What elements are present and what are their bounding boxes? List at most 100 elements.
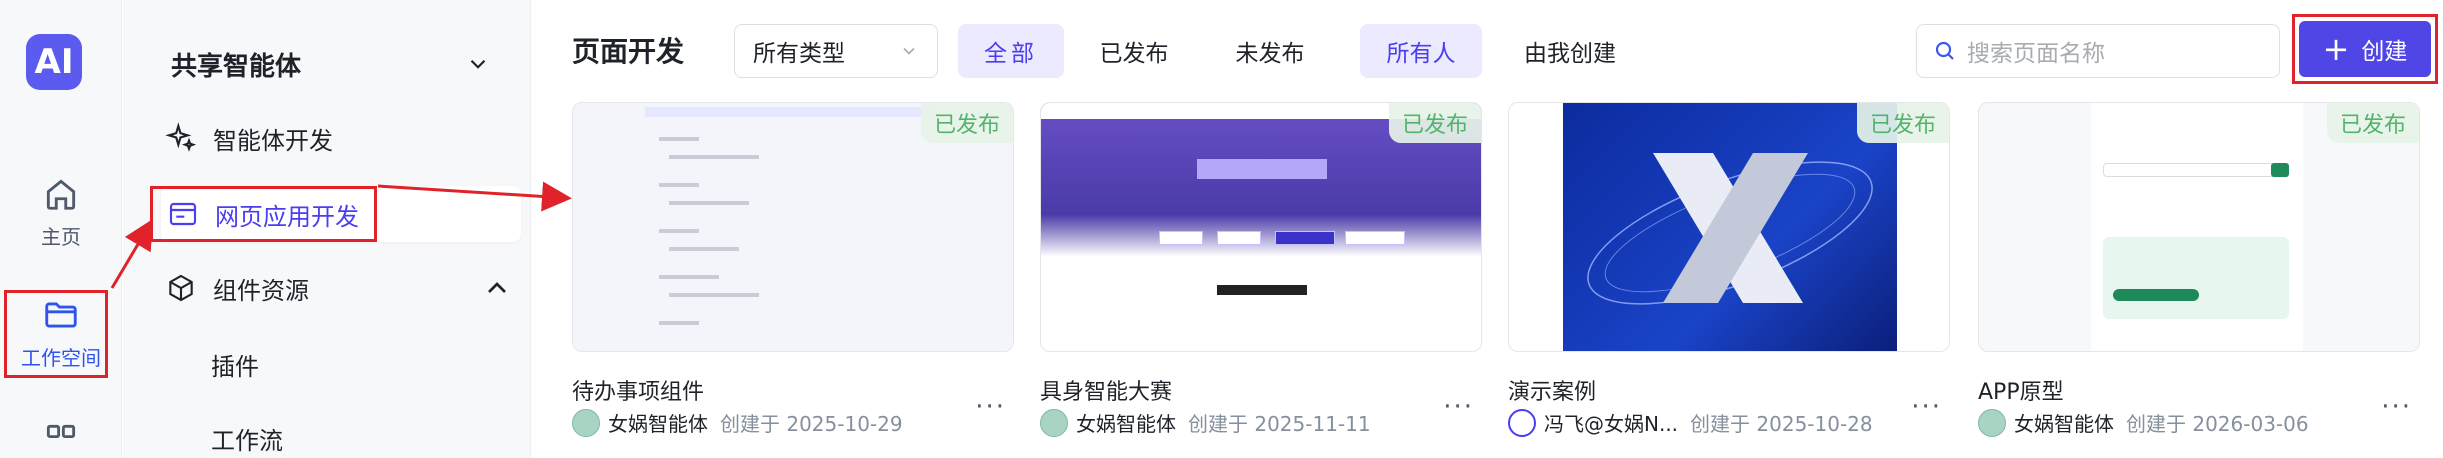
sidebar-item-components-group: 组件资源 [165,271,309,306]
thumbnail-button [1217,231,1261,245]
create-button-label: 创建 [2361,39,2408,65]
logo-text: AI [34,42,74,82]
create-button-annotation: + 创建 [2292,14,2438,84]
search-placeholder: 搜索页面名称 [1967,41,2105,67]
filter-unpublished[interactable]: 未发布 [1222,24,1318,78]
search-input[interactable]: 搜索页面名称 [1916,24,2280,78]
card-author: 女娲智能体 [2014,412,2114,436]
avatar [572,408,600,437]
status-badge: 已发布 [2327,103,2419,143]
thumbnail-promo-btn [2113,289,2199,301]
thumbnail-subtitle [1217,285,1307,295]
page-card[interactable]: 已发布 APP原型 女娲智能体 创建于 2026-03-06 ··· [1978,102,2420,437]
status-badge: 已发布 [1389,103,1481,143]
sidebar-item-plugin[interactable]: 插件 [211,336,571,392]
avatar [1040,408,1068,437]
card-thumbnail[interactable]: 已发布 [572,102,1014,352]
type-select-value: 所有类型 [753,41,845,67]
status-badge: 已发布 [1857,103,1949,143]
sidebar-header-title: 共享智能体 [171,51,302,82]
thumbnail-line [669,201,749,205]
card-date: 创建于 2026-03-06 [2126,412,2309,436]
sidebar-item-agent-dev[interactable]: 智能体开发 [165,110,525,166]
cube-icon [169,274,193,302]
page-card[interactable]: 已发布 演示案例 冯飞@女娲N... 创建于 2025-10-28 ··· [1508,102,1950,437]
grid-icon [46,424,76,439]
card-title[interactable]: 具身智能大赛 [1040,374,1172,406]
filter-published[interactable]: 已发布 [1086,24,1182,78]
page-card[interactable]: 已发布 具身智能大赛 女娲智能体 创建于 2025-11-11 ··· [1040,102,1482,437]
search-icon [1935,41,1954,60]
thumbnail-promo [2103,237,2289,319]
thumbnail-line [659,137,699,141]
chevron-down-icon [903,47,915,55]
web-app-annotation-box [150,186,377,242]
sidebar-header[interactable]: 共享智能体 [171,44,491,84]
card-author: 冯飞@女娲N... [1544,412,1679,436]
sidebar-item-label: 组件资源 [213,276,309,305]
card-title[interactable]: 演示案例 [1508,374,1596,406]
thumbnail-search-btn [2271,163,2289,177]
thumbnail-button [1159,231,1203,245]
card-date: 创建于 2025-10-28 [1690,412,1873,436]
card-date: 创建于 2025-11-11 [1188,412,1371,436]
thumbnail-button [1345,231,1405,245]
card-thumbnail[interactable]: 已发布 [1978,102,2420,352]
sidebar-item-workflow[interactable]: 工作流 [211,410,571,458]
card-meta: 冯飞@女娲N... 创建于 2025-10-28 [1508,408,1950,437]
sidebar-item-label: 智能体开发 [213,126,333,155]
chevron-down-icon [470,59,486,69]
icon-rail: AI 主页 工作空间 [0,0,122,458]
avatar [1508,408,1536,437]
rail-item-apps[interactable] [0,420,122,458]
card-author: 女娲智能体 [608,412,708,436]
filter-all[interactable]: 全部 [958,24,1064,78]
avatar [1978,408,2006,437]
card-meta: 女娲智能体 创建于 2026-03-06 [1978,408,2420,437]
card-thumbnail[interactable]: 已发布 [1040,102,1482,352]
rail-home-label: 主页 [41,225,81,249]
card-date: 创建于 2025-10-29 [720,412,903,436]
app-logo[interactable]: AI [26,34,82,90]
filter-everyone[interactable]: 所有人 [1360,24,1482,78]
sidebar-item-label: 工作流 [211,426,283,455]
thumbnail-button [1275,231,1335,245]
more-options-icon[interactable]: ··· [975,392,1006,422]
rail-item-home[interactable]: 主页 [0,175,122,250]
thumbnail-line [659,321,699,325]
card-title[interactable]: 待办事项组件 [572,374,704,406]
sidebar-item-components[interactable]: 组件资源 [165,260,525,316]
chevron-up-icon [488,282,506,293]
more-options-icon[interactable]: ··· [1911,392,1942,422]
create-button[interactable]: + 创建 [2299,21,2431,77]
thumbnail-line [659,275,719,279]
card-meta: 女娲智能体 创建于 2025-10-29 [572,408,1014,437]
card-thumbnail[interactable]: 已发布 [1508,102,1950,352]
main-content: 页面开发 所有类型 全部 已发布 未发布 所有人 由我创建 搜索页面名称 + 创… [532,0,2443,458]
thumbnail-line [669,293,759,297]
sidebar-item-label: 插件 [211,352,259,381]
page-title: 页面开发 [572,35,685,68]
thumbnail-line [669,247,739,251]
x-logo-graphic [1587,153,1873,305]
thumbnail-title-box [1197,159,1327,179]
sparkle-icon [165,122,197,152]
type-select[interactable]: 所有类型 [734,24,938,78]
thumbnail-line [669,155,759,159]
card-author: 女娲智能体 [1076,412,1176,436]
thumbnail-line [659,183,699,187]
card-title[interactable]: APP原型 [1978,374,2064,406]
filter-created-by-me[interactable]: 由我创建 [1500,24,1640,78]
thumbnail-line [659,229,699,233]
x-logo-thumbnail [1563,103,1897,351]
thumbnail-search [2103,163,2289,177]
more-options-icon[interactable]: ··· [2381,392,2412,422]
thumbnail-toolbar [645,107,935,117]
card-meta: 女娲智能体 创建于 2025-11-11 [1040,408,1482,437]
plus-icon: + [2322,30,2350,68]
workspace-annotation-box [4,290,108,378]
more-options-icon[interactable]: ··· [1443,392,1474,422]
status-badge: 已发布 [921,103,1013,143]
page-card[interactable]: 已发布 待办事项组件 女娲智能体 创建于 2025-10-29 ··· [572,102,1014,437]
home-icon [46,179,76,210]
